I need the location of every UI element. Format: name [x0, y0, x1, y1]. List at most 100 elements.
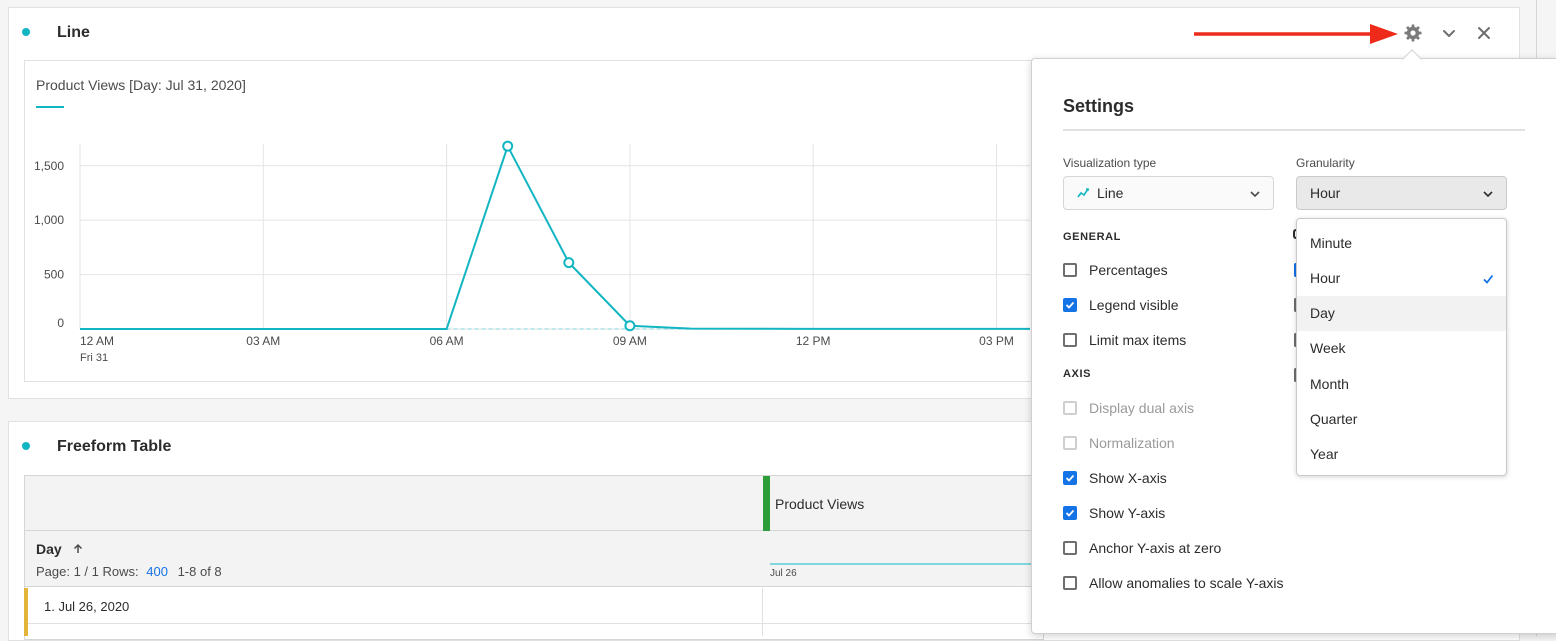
menu-item-minute[interactable]: Minute	[1297, 225, 1506, 260]
checkmark-icon	[1065, 474, 1075, 482]
settings-title: Settings	[1063, 96, 1135, 116]
x-tick-label: 12 PM	[796, 334, 831, 348]
table-header	[25, 476, 1043, 531]
menu-item-year[interactable]: Year	[1297, 437, 1506, 472]
y-tick-label: 1,500	[34, 159, 64, 173]
line-chart-icon	[1077, 188, 1089, 198]
y-tick-label: 0	[57, 316, 64, 330]
checkbox-box[interactable]	[1063, 506, 1077, 520]
checkbox-show-x-axis[interactable]: Show X-axis	[1063, 468, 1167, 488]
settings-gear-button[interactable]	[1401, 21, 1425, 45]
menu-item-month[interactable]: Month	[1297, 366, 1506, 401]
checkbox-limit-max-items[interactable]: Limit max items	[1063, 330, 1186, 350]
pagination-info: Page: 1 / 1 Rows: 400 1-8 of 8	[36, 564, 222, 579]
menu-item-day[interactable]: Day	[1297, 295, 1506, 331]
menu-item-hour[interactable]: Hour	[1297, 260, 1506, 295]
sparkline-label: Jul 26	[770, 568, 797, 579]
checkbox-label: Show Y-axis	[1089, 505, 1166, 521]
viz-type-picker[interactable]: Line	[1063, 176, 1274, 210]
line-panel-title: Line	[57, 24, 90, 41]
checkbox-box[interactable]	[1063, 471, 1077, 485]
close-panel-button[interactable]	[1472, 21, 1496, 45]
annotation-arrow	[1194, 24, 1398, 44]
x-tick-label: 12 AM	[80, 334, 114, 348]
x-tick-label: 06 AM	[430, 334, 464, 348]
checkbox-legend-visible[interactable]: Legend visible	[1063, 295, 1179, 315]
range-label: 1-8 of 8	[177, 564, 222, 579]
checkbox-show-y-axis[interactable]: Show Y-axis	[1063, 503, 1165, 523]
checkbox-label: Allow anomalies to scale Y-axis	[1089, 575, 1284, 591]
checkbox-label: Legend visible	[1089, 297, 1179, 313]
sort-ascending-icon[interactable]	[72, 543, 84, 555]
data-point	[624, 320, 636, 332]
row-label: 1. Jul 26, 2020	[44, 599, 130, 614]
checkbox-anchor-y-axis-at-zero[interactable]: Anchor Y-axis at zero	[1063, 538, 1221, 558]
menu-item-week[interactable]: Week	[1297, 331, 1506, 366]
chevron-down-icon	[1443, 30, 1455, 37]
x-tick-label: 09 AM	[613, 334, 647, 348]
checkbox-label: Limit max items	[1089, 332, 1187, 348]
checkbox-box[interactable]	[1063, 576, 1077, 590]
x-subtick-label: Fri 31	[80, 352, 108, 364]
menu-item-label: Week	[1310, 340, 1346, 357]
checkbox-normalization: Normalization	[1063, 433, 1175, 453]
menu-item-label: Hour	[1310, 269, 1341, 286]
panel-status-dot	[22, 28, 30, 36]
chevron-down-icon	[1250, 191, 1260, 198]
menu-item-label: Minute	[1310, 234, 1353, 251]
gear-icon	[1404, 24, 1422, 42]
close-icon	[1478, 27, 1490, 39]
menu-item-label: Day	[1310, 305, 1335, 322]
checkbox-label: Show X-axis	[1089, 470, 1167, 486]
page-label: Page: 1 / 1 Rows:	[36, 564, 139, 579]
data-point	[502, 140, 514, 152]
checkbox-box	[1063, 401, 1077, 415]
granularity-value: Hour	[1310, 185, 1341, 201]
row-divider	[762, 588, 763, 636]
dimension-header[interactable]: Day	[36, 541, 84, 557]
dimension-label: Day	[36, 541, 62, 557]
granularity-label: Granularity	[1296, 156, 1355, 170]
selected-check-icon	[1482, 272, 1494, 288]
settings-divider	[1063, 129, 1525, 131]
chevron-down-icon	[1483, 191, 1493, 198]
sparkline	[770, 563, 1040, 565]
checkbox-box[interactable]	[1063, 298, 1077, 312]
menu-item-label: Year	[1310, 446, 1339, 463]
series-line	[80, 143, 1030, 330]
x-tick-label: 03 PM	[979, 334, 1014, 348]
menu-item-label: Quarter	[1310, 411, 1358, 427]
checkbox-box[interactable]	[1063, 541, 1077, 555]
granularity-picker[interactable]: Hour	[1296, 176, 1507, 210]
y-tick-label: 1,000	[34, 213, 64, 227]
rows-per-page-link[interactable]: 400	[146, 564, 168, 579]
checkbox-percentages[interactable]: Percentages	[1063, 260, 1168, 280]
checkbox-label: Percentages	[1089, 262, 1168, 278]
column-drag-handle[interactable]	[763, 476, 770, 531]
menu-item-quarter[interactable]: Quarter	[1297, 402, 1506, 437]
y-tick-label: 500	[44, 268, 64, 282]
checkmark-icon	[1065, 509, 1075, 517]
checkbox-label: Normalization	[1089, 435, 1175, 451]
general-heading: GENERAL	[1063, 231, 1121, 243]
checkbox-label: Display dual axis	[1089, 400, 1195, 416]
granularity-menu: Minute Hour Day Week Month Quarter Year	[1296, 218, 1507, 476]
checkmark-icon	[1065, 301, 1075, 309]
menu-item-label: Month	[1310, 375, 1349, 392]
chart-title: Product Views [Day: Jul 31, 2020]	[36, 77, 246, 93]
checkbox-display-dual-axis: Display dual axis	[1063, 398, 1194, 418]
axis-heading: AXIS	[1063, 368, 1092, 380]
checkbox-label: Anchor Y-axis at zero	[1089, 540, 1222, 556]
checkbox-box[interactable]	[1063, 333, 1077, 347]
freeform-panel-title: Freeform Table	[57, 438, 172, 455]
line-chart: 1,500 1,000 500 0 12 AM 03 AM 06 AM 09 AM 12 PM 0…	[34, 140, 1030, 364]
checkbox-allow-anomalies-to-scale-y-axis[interactable]: Allow anomalies to scale Y-axis	[1063, 573, 1284, 593]
column-header-product-views[interactable]: Product Views	[775, 496, 864, 512]
checkbox-box	[1063, 436, 1077, 450]
checkbox-box[interactable]	[1063, 263, 1077, 277]
row-highlight-bar	[24, 588, 28, 636]
collapse-panel-button[interactable]	[1437, 21, 1461, 45]
viz-type-value: Line	[1097, 185, 1124, 201]
panel-status-dot	[22, 442, 30, 450]
table-row[interactable]	[25, 588, 1043, 624]
